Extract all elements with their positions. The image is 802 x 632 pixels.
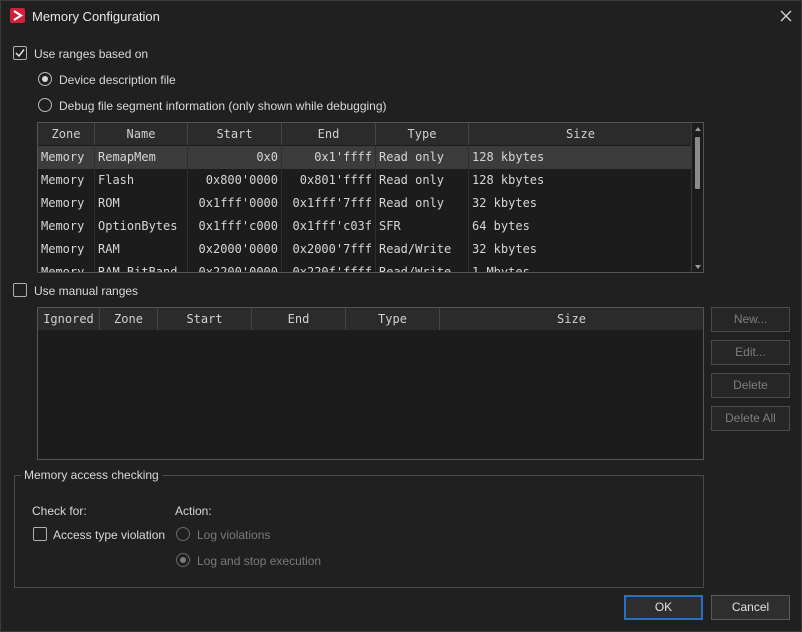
column-header-zone[interactable]: Zone: [38, 123, 95, 145]
action-label: Action:: [175, 504, 212, 518]
cell-name: Flash: [95, 169, 188, 192]
device-description-label: Device description file: [59, 73, 176, 87]
cell-start: 0x0: [188, 146, 282, 169]
cell-size: 1 Mbytes: [472, 265, 530, 273]
column-header-end[interactable]: End: [282, 123, 376, 145]
cancel-button[interactable]: Cancel: [711, 595, 790, 620]
table-row[interactable]: Memory RAM_BitBand 0x2200'0000 0x220f'ff…: [38, 261, 691, 273]
column-header-size[interactable]: Size: [440, 308, 703, 330]
title-bar: Memory Configuration: [1, 1, 801, 31]
column-header-start[interactable]: Start: [158, 308, 252, 330]
new-button[interactable]: New...: [711, 307, 790, 332]
window-title: Memory Configuration: [32, 9, 160, 24]
log-and-stop-label: Log and stop execution: [197, 554, 322, 568]
ok-button[interactable]: OK: [624, 595, 703, 620]
manual-ranges-table: Ignored Zone Start End Type Size: [37, 307, 704, 460]
table-row[interactable]: Memory ROM 0x1fff'0000 0x1fff'7fff Read …: [38, 192, 691, 215]
cell-end: 0x2000'7fff: [282, 238, 376, 261]
device-description-radio[interactable]: [38, 72, 52, 86]
cell-type: Read/Write: [376, 261, 469, 272]
cell-name: RAM_BitBand: [95, 261, 188, 272]
use-manual-ranges-checkbox[interactable]: [13, 283, 27, 297]
cell-type: Read only: [376, 169, 469, 192]
ranges-table-header: Zone Name Start End Type Size: [38, 123, 692, 145]
column-header-type[interactable]: Type: [376, 123, 469, 145]
log-violations-label: Log violations: [197, 528, 271, 542]
cell-type: Read only: [376, 192, 469, 215]
cell-zone: Memory: [38, 238, 95, 261]
use-ranges-label: Use ranges based on: [34, 47, 149, 61]
cell-size: 32 kbytes: [472, 242, 538, 256]
column-header-ignored[interactable]: Ignored: [38, 308, 100, 330]
cell-zone: Memory: [38, 215, 95, 238]
manual-table-header: Ignored Zone Start End Type Size: [38, 308, 703, 330]
table-row[interactable]: Memory RAM 0x2000'0000 0x2000'7fff Read/…: [38, 238, 691, 261]
cell-start: 0x1fff'0000: [188, 192, 282, 215]
check-for-label: Check for:: [32, 504, 87, 518]
close-button[interactable]: [775, 5, 797, 27]
table-row[interactable]: Memory RemapMem 0x0 0x1'ffff Read only 1…: [38, 146, 691, 169]
cell-size: 128 kbytes: [472, 173, 545, 187]
cell-end: 0x801'ffff: [282, 169, 376, 192]
cell-end: 0x1'ffff: [282, 146, 376, 169]
cell-type: SFR: [376, 215, 469, 238]
cell-zone: Memory: [38, 261, 95, 272]
column-header-end[interactable]: End: [252, 308, 346, 330]
delete-button[interactable]: Delete: [711, 373, 790, 398]
column-header-size[interactable]: Size: [469, 123, 692, 145]
access-type-violation-checkbox[interactable]: [33, 527, 47, 541]
debug-file-segment-label: Debug file segment information (only sho…: [59, 99, 387, 113]
cell-size: 128 kbytes: [472, 150, 545, 164]
chevron-up-icon: [695, 127, 701, 131]
column-header-zone[interactable]: Zone: [100, 308, 158, 330]
cell-zone: Memory: [38, 192, 95, 215]
edit-button[interactable]: Edit...: [711, 340, 790, 365]
check-icon: [15, 49, 25, 58]
use-manual-ranges-label: Use manual ranges: [34, 284, 139, 298]
cell-start: 0x2000'0000: [188, 238, 282, 261]
cell-start: 0x1fff'c000: [188, 215, 282, 238]
cell-end: 0x220f'ffff: [282, 261, 376, 272]
cell-name: OptionBytes: [95, 215, 188, 238]
close-icon: [780, 10, 792, 22]
cell-size: 64 bytes: [472, 219, 530, 233]
scroll-thumb[interactable]: [695, 137, 700, 189]
ranges-table-scrollbar[interactable]: [691, 123, 703, 272]
debug-file-segment-radio[interactable]: [38, 98, 52, 112]
cell-name: RemapMem: [95, 146, 188, 169]
memory-access-checking-title: Memory access checking: [21, 468, 162, 482]
log-and-stop-radio[interactable]: [176, 553, 190, 567]
cell-type: Read only: [376, 146, 469, 169]
cell-zone: Memory: [38, 169, 95, 192]
scroll-up-arrow[interactable]: [692, 123, 703, 135]
memory-configuration-dialog: Memory Configuration Use ranges based on…: [0, 0, 802, 632]
table-row[interactable]: Memory Flash 0x800'0000 0x801'ffff Read …: [38, 169, 691, 192]
cell-size: 32 kbytes: [472, 196, 538, 210]
cell-type: Read/Write: [376, 238, 469, 261]
chevron-down-icon: [695, 265, 701, 269]
column-header-type[interactable]: Type: [346, 308, 440, 330]
app-logo-icon: [10, 8, 25, 23]
cell-end: 0x1fff'7fff: [282, 192, 376, 215]
cell-end: 0x1fff'c03f: [282, 215, 376, 238]
cell-zone: Memory: [38, 146, 95, 169]
cell-start: 0x800'0000: [188, 169, 282, 192]
access-type-violation-label: Access type violation: [53, 528, 166, 542]
delete-all-button[interactable]: Delete All: [711, 406, 790, 431]
cell-name: ROM: [95, 192, 188, 215]
log-violations-radio[interactable]: [176, 527, 190, 541]
memory-access-checking-group: Memory access checking Check for: Access…: [14, 468, 704, 588]
ranges-table: Zone Name Start End Type Size Memory Rem…: [37, 122, 704, 273]
table-row[interactable]: Memory OptionBytes 0x1fff'c000 0x1fff'c0…: [38, 215, 691, 238]
column-header-name[interactable]: Name: [95, 123, 188, 145]
column-header-start[interactable]: Start: [188, 123, 282, 145]
cell-name: RAM: [95, 238, 188, 261]
scroll-down-arrow[interactable]: [692, 261, 703, 272]
cell-start: 0x2200'0000: [188, 261, 282, 272]
use-ranges-checkbox[interactable]: [13, 46, 27, 60]
